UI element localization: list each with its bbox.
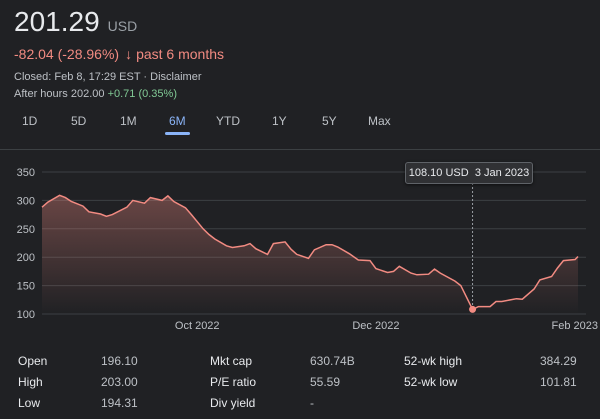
tooltip-date: 3 Jan 2023 bbox=[474, 167, 530, 179]
stat-divyield-value: - bbox=[310, 396, 314, 410]
x-axis: Oct 2022 Dec 2022 Feb 2023 bbox=[175, 320, 598, 332]
x-tick-label: Feb 2023 bbox=[551, 320, 597, 332]
stat-low-label: Low bbox=[18, 396, 41, 410]
x-tick-label: Dec 2022 bbox=[352, 320, 399, 332]
stat-pe-label: P/E ratio bbox=[210, 375, 257, 389]
tab-5d[interactable]: 5D bbox=[71, 114, 86, 128]
stat-open-value: 196.10 bbox=[101, 354, 138, 368]
tab-1m[interactable]: 1M bbox=[120, 114, 137, 128]
stat-52wk-high-value: 384.29 bbox=[540, 354, 577, 368]
stat-52wk-high-label: 52-wk high bbox=[404, 354, 463, 368]
closed-info: Closed: Feb 8, 17:29 EST · Disclaimer bbox=[14, 71, 202, 83]
tab-1y[interactable]: 1Y bbox=[272, 114, 287, 128]
stat-52wk-low-label: 52-wk low bbox=[404, 375, 458, 389]
y-tick-label: 100 bbox=[17, 309, 35, 321]
stat-pe-value: 55.59 bbox=[310, 375, 341, 389]
tab-5y[interactable]: 5Y bbox=[322, 114, 337, 128]
price-row: 201.29 USD bbox=[14, 6, 137, 38]
y-axis: 350 300 250 200 150 100 bbox=[17, 167, 35, 321]
tab-max[interactable]: Max bbox=[368, 114, 391, 128]
current-price: 201.29 bbox=[14, 6, 100, 37]
price-change-row: -82.04 (-28.96%) ↓ past 6 months bbox=[14, 46, 224, 62]
chart-tooltip: 108.10 USD 3 Jan 2023 bbox=[405, 162, 533, 184]
after-hours-change: +0.71 (0.35%) bbox=[107, 88, 177, 100]
x-tick-label: Oct 2022 bbox=[175, 320, 220, 332]
y-tick-label: 150 bbox=[17, 281, 35, 293]
after-hours-info: After hours 202.00 +0.71 (0.35%) bbox=[14, 88, 177, 100]
y-tick-label: 250 bbox=[17, 224, 35, 236]
tab-6m[interactable]: 6M bbox=[165, 114, 190, 135]
stat-divyield-label: Div yield bbox=[210, 396, 256, 410]
period-label: past 6 months bbox=[136, 46, 224, 62]
range-tabs: 1D 5D 1M 6M YTD 1Y 5Y Max bbox=[0, 114, 600, 138]
stat-mktcap-label: Mkt cap bbox=[210, 354, 253, 368]
stat-high-label: High bbox=[18, 375, 43, 389]
tab-ytd[interactable]: YTD bbox=[216, 114, 240, 128]
stat-low-value: 194.31 bbox=[101, 396, 138, 410]
y-tick-label: 300 bbox=[17, 195, 35, 207]
currency-label: USD bbox=[107, 18, 138, 34]
after-hours-price: After hours 202.00 bbox=[14, 88, 105, 100]
stat-mktcap-value: 630.74B bbox=[310, 354, 355, 368]
y-tick-label: 350 bbox=[17, 167, 35, 179]
y-tick-label: 200 bbox=[17, 252, 35, 264]
highlight-point bbox=[469, 305, 477, 313]
price-area bbox=[42, 195, 578, 314]
stat-52wk-low-value: 101.81 bbox=[540, 375, 577, 389]
stat-open-label: Open bbox=[18, 354, 48, 368]
arrow-down-icon: ↓ bbox=[125, 46, 133, 62]
tooltip-value: 108.10 USD bbox=[408, 167, 469, 179]
tab-1d[interactable]: 1D bbox=[22, 114, 37, 128]
price-change: -82.04 (-28.96%) bbox=[14, 46, 120, 62]
stat-high-value: 203.00 bbox=[101, 375, 138, 389]
